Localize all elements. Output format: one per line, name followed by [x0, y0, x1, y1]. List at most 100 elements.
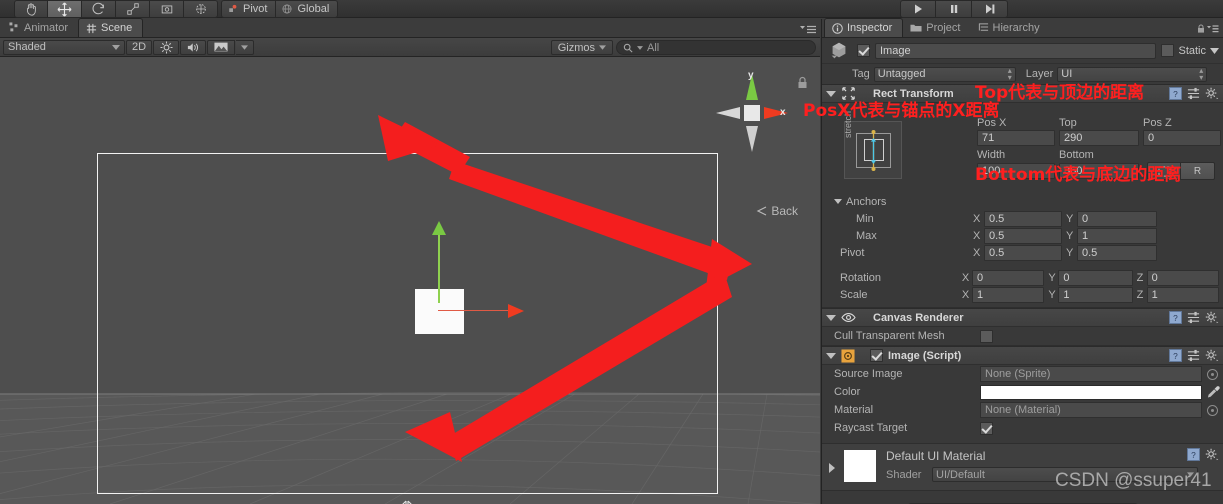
canvas-top-handle[interactable] — [394, 139, 420, 153]
preset-icon[interactable] — [1187, 311, 1200, 324]
audio-toggle-button[interactable] — [180, 39, 207, 55]
pivot-row: Pivot X 0.5 Y 0.5 — [834, 244, 1219, 261]
rotation-y-value: 0 — [1063, 271, 1070, 284]
cull-transparent-mesh-label: Cull Transparent Mesh — [834, 330, 945, 342]
material-field[interactable]: None (Material) — [980, 402, 1202, 418]
effects-toggle-button[interactable] — [207, 39, 236, 55]
folder-icon — [910, 24, 922, 32]
chevron-down-icon[interactable] — [1210, 47, 1219, 54]
scale-tool-button[interactable] — [116, 0, 150, 18]
static-checkbox[interactable] — [1161, 44, 1175, 57]
raw-edit-button[interactable]: R — [1181, 162, 1215, 180]
tab-scene[interactable]: Scene — [78, 18, 144, 37]
pivot-mode-button[interactable]: Pivot — [221, 0, 277, 18]
gear-icon[interactable] — [1205, 448, 1219, 461]
raycast-target-checkbox[interactable] — [980, 421, 993, 435]
move-gizmo-y-axis[interactable] — [438, 225, 440, 303]
gizmos-dropdown-button[interactable]: Gizmos — [550, 40, 613, 55]
gizmo-orientation-label[interactable]: Back — [756, 204, 798, 218]
gameobject-icon[interactable] — [826, 40, 852, 62]
image-script-header[interactable]: Image (Script) ? — [822, 346, 1223, 365]
scene-grid-icon — [86, 23, 97, 33]
effects-dropdown-button[interactable] — [236, 39, 255, 55]
top-field[interactable]: 290 — [1059, 130, 1139, 146]
gear-icon[interactable] — [1205, 87, 1219, 100]
scene-search-input[interactable]: All — [616, 40, 816, 55]
pause-button[interactable] — [936, 0, 972, 18]
cull-transparent-mesh-checkbox[interactable] — [980, 329, 993, 343]
pivot-x-field[interactable]: 0.5 — [984, 244, 1062, 261]
tab-hierarchy[interactable]: Hierarchy — [971, 18, 1050, 37]
rotation-z-field[interactable]: 0 — [1146, 269, 1219, 286]
canvas-bottom-handle[interactable] — [394, 499, 420, 504]
material-picker-icon[interactable] — [1207, 404, 1218, 416]
image-script-foldout[interactable] — [826, 352, 836, 359]
scene-tabbar: Animator Scene — [0, 18, 820, 38]
image-script-enabled-checkbox[interactable] — [870, 349, 883, 362]
preset-icon[interactable] — [1187, 87, 1200, 100]
help-icon[interactable]: ? — [1169, 87, 1182, 100]
static-toggle[interactable]: Static — [1161, 44, 1219, 57]
rotation-y-field[interactable]: 0 — [1058, 269, 1133, 286]
move-gizmo-y-arrow[interactable] — [432, 221, 446, 235]
rotate-tool-button[interactable] — [82, 0, 116, 18]
tab-project[interactable]: Project — [903, 18, 970, 37]
anchor-preset-widget[interactable]: stretch — [843, 111, 902, 179]
scale-x-field[interactable]: 1 — [972, 286, 1045, 303]
anchor-min-y-field[interactable]: 0 — [1077, 210, 1157, 227]
tab-inspector[interactable]: Inspector — [824, 18, 904, 37]
canvas-renderer-header[interactable]: Canvas Renderer ? — [822, 308, 1223, 327]
shading-mode-dropdown[interactable]: Shaded — [3, 39, 125, 55]
color-swatch-field[interactable] — [980, 384, 1202, 400]
gear-icon[interactable] — [1205, 311, 1219, 324]
scene-viewport[interactable]: y x Back — [0, 57, 820, 504]
toggle-2d-button[interactable]: 2D — [126, 39, 153, 55]
move-tool-button[interactable] — [48, 0, 82, 18]
tab-animator[interactable]: Animator — [2, 18, 78, 37]
global-mode-button[interactable]: Global — [276, 0, 339, 18]
inspector-tab-menu-button[interactable] — [1197, 24, 1219, 34]
material-name: Default UI Material — [886, 449, 986, 463]
anchors-foldout-row[interactable]: Anchors — [834, 193, 1219, 210]
image-script-title: Image (Script) — [888, 349, 962, 362]
rotation-x-field[interactable]: 0 — [972, 269, 1045, 286]
pos-z-field[interactable]: 0 — [1143, 130, 1221, 146]
preset-icon[interactable] — [1187, 349, 1200, 362]
source-image-picker-icon[interactable] — [1207, 368, 1218, 380]
anchor-max-x-field[interactable]: 0.5 — [984, 227, 1062, 244]
anchor-max-y-field[interactable]: 1 — [1077, 227, 1157, 244]
gizmo-lock-icon[interactable] — [797, 76, 808, 92]
gear-icon[interactable] — [1205, 349, 1219, 362]
scene-orientation-gizmo[interactable]: y x — [712, 70, 792, 160]
help-icon[interactable]: ? — [1187, 448, 1200, 461]
help-icon[interactable]: ? — [1169, 349, 1182, 362]
tab-scene-label: Scene — [101, 22, 133, 34]
gameobject-name-field[interactable]: Image — [875, 42, 1157, 59]
lighting-toggle-button[interactable] — [153, 39, 180, 55]
scale-z-field[interactable]: 1 — [1146, 286, 1219, 303]
pos-x-field[interactable]: 71 — [977, 130, 1055, 146]
canvas-renderer-foldout[interactable] — [826, 314, 836, 321]
play-button[interactable] — [900, 0, 936, 18]
move-gizmo-x-axis[interactable] — [438, 310, 514, 311]
help-icon[interactable]: ? — [1169, 311, 1182, 324]
rotation-y-axis: Y — [1048, 271, 1056, 284]
step-button[interactable] — [972, 0, 1008, 18]
scale-x-axis: X — [961, 288, 970, 301]
gameobject-enabled-checkbox[interactable] — [857, 44, 870, 57]
scale-y-field[interactable]: 1 — [1058, 286, 1133, 303]
source-image-label: Source Image — [834, 368, 903, 380]
scale-y-value: 1 — [1063, 288, 1070, 301]
material-foldout[interactable] — [829, 463, 835, 473]
move-gizmo-x-arrow[interactable] — [508, 304, 524, 318]
hand-tool-button[interactable] — [14, 0, 48, 18]
anchors-foldout[interactable] — [834, 199, 842, 204]
source-image-value: None (Sprite) — [985, 368, 1051, 380]
eyedropper-icon[interactable] — [1206, 385, 1220, 399]
transform-tool-button[interactable] — [184, 0, 218, 18]
pivot-y-field[interactable]: 0.5 — [1077, 244, 1157, 261]
rect-tool-button[interactable] — [150, 0, 184, 18]
scene-tab-menu-button[interactable] — [800, 25, 816, 34]
anchor-min-x-field[interactable]: 0.5 — [984, 210, 1062, 227]
source-image-field[interactable]: None (Sprite) — [980, 366, 1202, 382]
